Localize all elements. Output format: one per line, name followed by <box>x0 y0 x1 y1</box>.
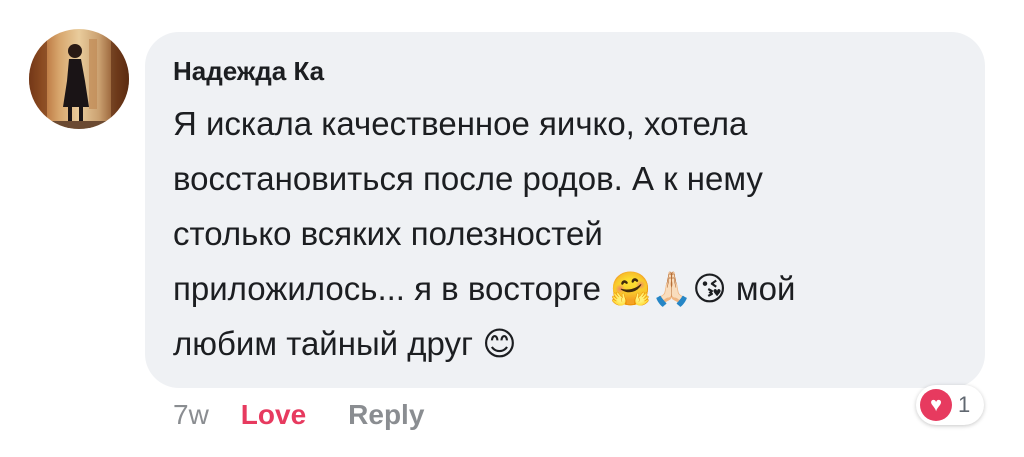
reply-button[interactable]: Reply <box>348 399 424 430</box>
comment-actions: 7w Love Reply <box>173 398 424 432</box>
comment-text: Я искала качественное яичко, хотела восс… <box>173 105 796 362</box>
reaction-summary[interactable]: ♥ 1 <box>916 385 984 425</box>
love-button[interactable]: Love <box>241 399 306 430</box>
avatar[interactable] <box>29 29 129 129</box>
reaction-count: 1 <box>958 392 971 417</box>
comment-timestamp[interactable]: 7w <box>173 399 209 430</box>
avatar-photo <box>29 29 129 129</box>
heart-icon: ♥ <box>920 389 952 421</box>
comment-author[interactable]: Надежда Ка <box>173 56 324 86</box>
